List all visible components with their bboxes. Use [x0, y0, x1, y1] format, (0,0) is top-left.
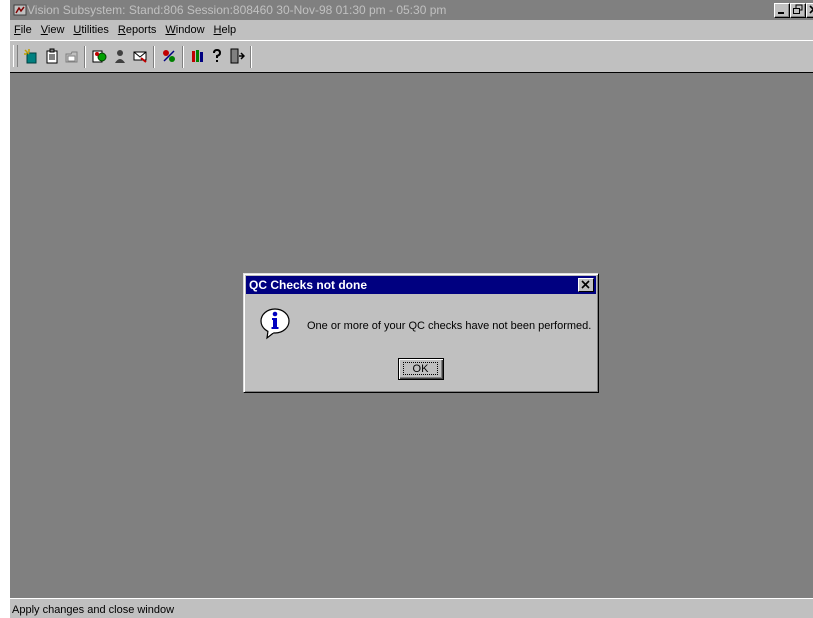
- window-title: Vision Subsystem: Stand:806 Session:8084…: [27, 3, 447, 17]
- menu-utilities[interactable]: Utilities: [71, 21, 110, 40]
- transfer-icon[interactable]: [160, 47, 178, 65]
- close-icon[interactable]: [578, 278, 594, 292]
- menu-reports[interactable]: Reports: [116, 21, 159, 40]
- status-bar: Apply changes and close window: [10, 598, 813, 618]
- clipboard-icon[interactable]: [43, 47, 61, 65]
- new-consultation-icon[interactable]: [22, 47, 40, 65]
- library-icon[interactable]: [189, 47, 207, 65]
- title-bar[interactable]: Vision Subsystem: Stand:806 Session:8084…: [10, 0, 813, 20]
- dialog-title: QC Checks not done: [249, 278, 368, 292]
- menu-bar: File View Utilities Reports Window Help: [10, 21, 813, 40]
- menu-help[interactable]: Help: [212, 21, 239, 40]
- menu-file[interactable]: File: [12, 21, 34, 40]
- dialog-message: One or more of your QC checks have not b…: [307, 320, 592, 332]
- user-icon[interactable]: [111, 47, 129, 65]
- qc-checks-dialog: QC Checks not done One or more of your Q…: [243, 273, 599, 393]
- toolbar-grip[interactable]: [13, 45, 18, 67]
- app-icon: [13, 4, 27, 16]
- restore-icon[interactable]: [790, 3, 806, 18]
- menu-view[interactable]: View: [39, 21, 67, 40]
- minimize-icon[interactable]: [774, 3, 790, 18]
- status-text: Apply changes and close window: [12, 604, 175, 616]
- dialog-title-bar[interactable]: QC Checks not done: [246, 276, 596, 294]
- close-icon[interactable]: [806, 3, 813, 18]
- toolbar: [10, 40, 813, 73]
- ok-label: OK: [403, 362, 438, 375]
- patient-select-icon[interactable]: [90, 47, 108, 65]
- help-icon[interactable]: [208, 47, 226, 65]
- folder-icon[interactable]: [63, 47, 81, 65]
- exit-icon[interactable]: [228, 47, 246, 65]
- menu-window[interactable]: Window: [163, 21, 206, 40]
- info-icon: [260, 308, 290, 340]
- ok-button[interactable]: OK: [398, 358, 444, 380]
- mail-icon[interactable]: [131, 47, 149, 65]
